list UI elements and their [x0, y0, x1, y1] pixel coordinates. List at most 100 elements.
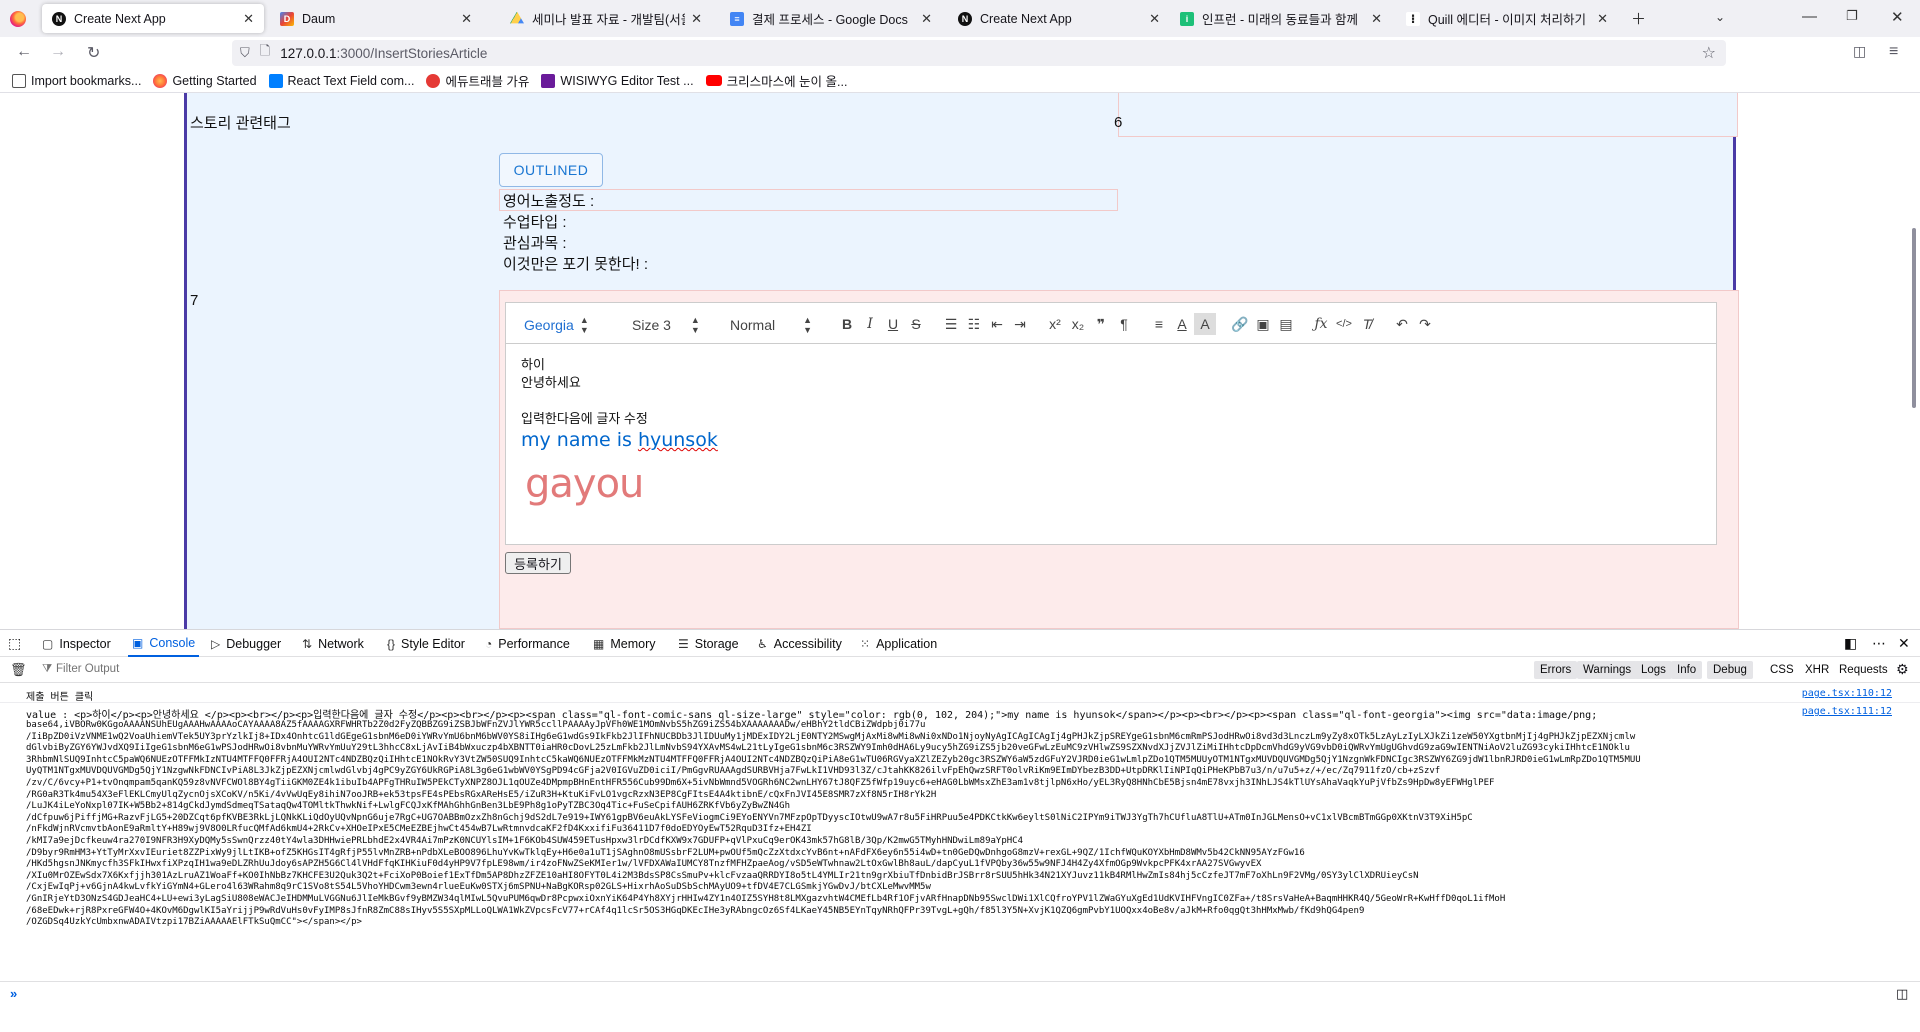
tab-inflearn[interactable]: i 인프런 - 미래의 동료들과 함께 ✕	[1170, 4, 1392, 33]
superscript-icon[interactable]: x²	[1044, 313, 1066, 335]
tab-application[interactable]: ⁙ Application	[860, 630, 937, 657]
tab-network[interactable]: ⇅ Network	[302, 630, 364, 657]
tab-seminar[interactable]: 세미나 발표 자료 - 개발팀(서울 ✕	[500, 4, 712, 33]
shield-icon[interactable]: ⛉	[240, 45, 250, 61]
minimize-icon[interactable]: —	[1802, 8, 1817, 25]
close-devtools-icon[interactable]: ✕	[1898, 630, 1910, 657]
bookmark-wisiwyg[interactable]: WISIWYG Editor Test ...	[541, 73, 694, 88]
filter-css[interactable]: CSS	[1770, 661, 1794, 679]
formula-icon[interactable]: ƒx	[1310, 313, 1332, 335]
filter-debug[interactable]: Debug	[1707, 661, 1753, 679]
bookmark-import[interactable]: Import bookmarks...	[12, 73, 141, 88]
subscript-icon[interactable]: x₂	[1067, 313, 1089, 335]
log-source-link[interactable]: page.tsx:110:12	[1802, 688, 1892, 699]
italic-icon[interactable]: I	[859, 313, 881, 335]
url-bar[interactable]: ⛉ 🗋 127.0.0.1:3000/InsertStoriesArticle …	[232, 40, 1726, 66]
filter-warnings[interactable]: Warnings	[1577, 661, 1638, 679]
trash-icon[interactable]: 🗑	[10, 662, 27, 678]
ordered-list-icon[interactable]: ☰	[940, 313, 962, 335]
bullet-list-icon[interactable]: ☷	[963, 313, 985, 335]
size-select[interactable]: Size 3 ▲ ▼	[632, 315, 700, 335]
code-block-icon[interactable]: </>	[1333, 313, 1355, 335]
navigation-bar: ← → ↻ ⛉ 🗋 127.0.0.1:3000/InsertStoriesAr…	[0, 37, 1920, 69]
filter-xhr[interactable]: XHR	[1805, 661, 1829, 679]
tab-style-editor[interactable]: {} Style Editor	[387, 630, 465, 657]
tab-create-next-app[interactable]: N Create Next App ✕	[42, 4, 264, 33]
close-icon[interactable]: ✕	[1149, 11, 1160, 27]
dock-icon[interactable]: ◧	[1844, 630, 1857, 657]
tab-google-docs[interactable]: ≡ 결제 프로세스 - Google Docs ✕	[720, 4, 942, 33]
back-icon[interactable]: ←	[16, 43, 32, 61]
close-icon[interactable]: ✕	[1371, 11, 1382, 27]
clean-format-icon[interactable]: T̸	[1356, 313, 1378, 335]
firefox-icon[interactable]	[10, 11, 26, 27]
bookmark-star-icon[interactable]: ☆	[1702, 43, 1716, 63]
close-window-icon[interactable]: ✕	[1891, 8, 1904, 26]
text-input-area[interactable]	[1118, 93, 1738, 137]
tab-console[interactable]: ▣ Console	[128, 630, 200, 657]
forward-icon[interactable]: →	[50, 43, 66, 61]
video-icon[interactable]: ▤	[1275, 313, 1297, 335]
direction-icon[interactable]: ¶	[1113, 313, 1135, 335]
close-icon[interactable]: ✕	[243, 11, 254, 27]
filter-errors[interactable]: Errors	[1534, 661, 1578, 679]
google-docs-icon: ≡	[730, 11, 744, 26]
tab-memory[interactable]: ▦ Memory	[593, 630, 656, 657]
more-options-icon[interactable]: ⋯	[1872, 630, 1886, 657]
console-input[interactable]: » ◫	[0, 981, 1920, 1005]
bookmark-christmas[interactable]: 크리스마스에 눈이 올...	[705, 71, 847, 90]
pocket-icon[interactable]: ◫	[1853, 43, 1866, 60]
page-info-icon[interactable]: 🗋	[260, 42, 270, 64]
tab-create-next-app-2[interactable]: N Create Next App ✕	[948, 4, 1170, 33]
text-color-icon[interactable]: A	[1171, 313, 1193, 335]
tab-storage[interactable]: ☰ Storage	[678, 630, 739, 657]
filter-logs[interactable]: Logs	[1635, 661, 1672, 679]
tab-list-icon[interactable]: ⌄	[1715, 10, 1725, 24]
outlined-button[interactable]: OUTLINED	[499, 153, 603, 187]
blockquote-icon[interactable]: ❞	[1090, 313, 1112, 335]
element-picker-icon[interactable]: ⬚	[8, 630, 21, 657]
link-icon[interactable]: 🔗	[1229, 313, 1251, 335]
new-tab-icon[interactable]: ＋	[1631, 8, 1646, 29]
underline-icon[interactable]: U	[882, 313, 904, 335]
filter-requests[interactable]: Requests	[1839, 661, 1888, 679]
tab-accessibility[interactable]: ♿ Accessibility	[757, 630, 842, 657]
font-select[interactable]: Georgia ▲ ▼	[524, 315, 589, 335]
bold-icon[interactable]: B	[836, 313, 858, 335]
filter-input[interactable]: Filter Output	[56, 663, 119, 675]
editor-mode-icon[interactable]: ◫	[1896, 986, 1908, 1002]
submit-button[interactable]: 등록하기	[505, 552, 571, 574]
log-source-link[interactable]: page.tsx:111:12	[1802, 706, 1892, 717]
bookmark-getting-started[interactable]: Getting Started	[153, 73, 257, 88]
close-icon[interactable]: ✕	[921, 11, 932, 27]
outdent-icon[interactable]: ⇤	[986, 313, 1008, 335]
reload-icon[interactable]: ↻	[87, 43, 100, 63]
tab-inspector[interactable]: ▢ Inspector	[42, 630, 111, 657]
edu-icon	[426, 73, 441, 88]
tab-performance[interactable]: ◔ Performance	[485, 630, 570, 657]
editor-content[interactable]: 하이 안녕하세요 입력한다음에 글자 수정 my name is hyunsok…	[505, 344, 1717, 545]
tab-quill[interactable]: ⁝ Quill 에디터 - 이미지 처리하기 ✕	[1396, 4, 1618, 33]
settings-gear-icon[interactable]: ⚙	[1896, 661, 1909, 678]
background-color-icon[interactable]: A	[1194, 313, 1216, 335]
page-scrollbar[interactable]	[1902, 93, 1920, 629]
filter-info[interactable]: Info	[1671, 661, 1703, 679]
close-icon[interactable]: ✕	[461, 11, 472, 27]
align-icon[interactable]: ≡	[1148, 313, 1170, 335]
undo-icon[interactable]: ↶	[1391, 313, 1413, 335]
menu-icon[interactable]: ≡	[1889, 43, 1898, 61]
redo-icon[interactable]: ↷	[1414, 313, 1436, 335]
tab-daum[interactable]: D Daum ✕	[270, 4, 482, 33]
scrollbar-thumb[interactable]	[1912, 228, 1916, 408]
indent-icon[interactable]: ⇥	[1009, 313, 1031, 335]
header-select[interactable]: Normal ▲ ▼	[730, 315, 812, 335]
console-log-base64: base64,iVBORw0KGgoAAAANSUhEUgAAAHwAAAAoC…	[26, 720, 1641, 928]
bookmark-react-text-field[interactable]: React Text Field com...	[268, 73, 414, 88]
tab-debugger[interactable]: ▷ Debugger	[211, 630, 281, 657]
restore-icon[interactable]: ❐	[1846, 8, 1858, 24]
close-icon[interactable]: ✕	[1597, 11, 1608, 27]
close-icon[interactable]: ✕	[691, 11, 702, 27]
image-icon[interactable]: ▣	[1252, 313, 1274, 335]
strike-icon[interactable]: S	[905, 313, 927, 335]
bookmark-edutravel[interactable]: 에듀트래블 가유	[426, 71, 529, 90]
